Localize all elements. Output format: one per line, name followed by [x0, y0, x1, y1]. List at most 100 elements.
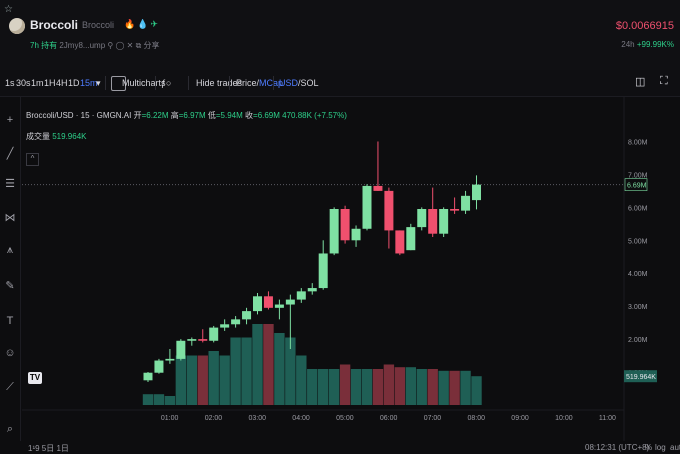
currency-toggle[interactable]: USD/SOL	[279, 78, 319, 88]
price-option[interactable]: Price	[236, 78, 257, 88]
candle-body	[242, 311, 252, 320]
drawing-toolbar: + ╱ ☰ ⋈ ⩚ ✎ T ☺ ⟋ ⌕	[0, 97, 21, 453]
tradingview-logo[interactable]: TV	[28, 372, 42, 384]
fib-icon[interactable]: ☰	[3, 177, 17, 190]
volume-bar	[328, 369, 340, 405]
candle-body	[274, 304, 284, 308]
y-tick-label: 3.00M	[628, 304, 648, 311]
zoom-icon[interactable]: ⌕	[3, 423, 17, 436]
y-tick-label: 5.00M	[628, 238, 648, 245]
x-tick-label: 10:00	[555, 415, 573, 422]
x-tick-label: 02:00	[205, 415, 223, 422]
volume-bar	[438, 370, 449, 405]
multicharts-button[interactable]: Multicharts	[122, 78, 166, 88]
volume-bar	[372, 369, 384, 405]
volume-bar	[394, 367, 406, 405]
auto-scale-button[interactable]: auto	[670, 443, 680, 452]
low-value: =5.94M	[215, 111, 243, 120]
price-change: 24h +99.99K%	[621, 40, 674, 49]
emoji-icon[interactable]: ☺	[3, 347, 17, 359]
volume-bar	[318, 369, 329, 405]
y-tick-label: 2.00M	[628, 337, 648, 344]
volume-tag: 519.964K	[626, 374, 656, 381]
volume-bar	[197, 355, 208, 405]
usd-option[interactable]: USD	[279, 78, 298, 88]
brush-icon[interactable]: ✎	[3, 279, 17, 292]
candle-body	[472, 184, 481, 201]
x-tick-label: 08:00	[468, 415, 486, 422]
last-price-tag: 6.69M	[627, 183, 647, 190]
candle-body	[165, 358, 175, 361]
open-label: 开	[133, 111, 142, 120]
candle-body	[329, 209, 339, 254]
interval-30s[interactable]: 30s	[16, 78, 31, 88]
fullscreen-icon[interactable]: ⛶	[660, 75, 668, 88]
toolbar-divider	[273, 76, 274, 90]
volume-bar	[208, 351, 219, 405]
volume-bar	[164, 396, 176, 405]
candle-body	[318, 253, 328, 289]
token-avatar	[9, 18, 25, 34]
crosshair-icon[interactable]: +	[3, 114, 17, 126]
volume-bar	[219, 355, 230, 405]
change-value: +99.99K%	[636, 40, 674, 49]
x-tick-label: 11:00	[599, 415, 616, 422]
x-tick-label: 06:00	[380, 415, 398, 422]
text-icon[interactable]: T	[3, 315, 17, 327]
x-tick-label: 09:00	[511, 415, 529, 422]
sol-option[interactable]: SOL	[301, 78, 319, 88]
price-chart[interactable]: 8.00M7.00M6.00M5.00M4.00M3.00M2.00M1.00M…	[22, 97, 680, 441]
volume-bar	[350, 369, 362, 405]
change-label: 24h	[621, 40, 635, 49]
trendline-icon[interactable]: ╱	[3, 147, 17, 160]
projection-icon[interactable]: ⩚	[3, 244, 17, 257]
interval-4h[interactable]: 4H	[56, 78, 68, 88]
x-tick-label: 05:00	[336, 415, 354, 422]
clock-text: 08:12:31 (UTC+8)	[585, 443, 650, 452]
toolbar-divider	[155, 76, 156, 90]
social-icons[interactable]: ⚲ ◯ ✕ ⧉ 分享	[107, 41, 159, 50]
indicators-icon[interactable]: ƒ○	[161, 78, 171, 88]
open-value: =6.22M	[141, 111, 169, 120]
interval-1d[interactable]: 1D	[68, 78, 80, 88]
volume-bar	[296, 355, 307, 405]
candle-body	[263, 296, 273, 308]
candle-body	[450, 209, 460, 211]
candle-body	[220, 324, 230, 328]
pattern-icon[interactable]: ⋈	[3, 211, 17, 224]
interval-1m[interactable]: 1m	[31, 78, 44, 88]
ohlc-legend: Broccoli/USD · 15 · GMGN.AI 开=6.22M 高=6.…	[26, 110, 347, 121]
candle-body	[187, 339, 197, 341]
favorite-star-icon[interactable]: ☆	[4, 4, 13, 15]
interval-1h[interactable]: 1H	[44, 78, 56, 88]
collapse-legend-icon[interactable]: ^	[26, 153, 39, 166]
candle-body	[439, 209, 449, 234]
toolbar-divider	[229, 76, 230, 90]
volume-bar	[460, 370, 471, 405]
candle-body	[143, 372, 153, 381]
volume-bar	[383, 364, 395, 405]
interval-15m[interactable]: 15m	[80, 78, 98, 88]
chart-footer	[0, 441, 680, 453]
volume-bar	[307, 369, 318, 405]
contract-address[interactable]: 2Jmy8...ump	[59, 41, 105, 50]
measure-icon[interactable]: ⟋	[3, 381, 17, 394]
interval-1s[interactable]: 1s	[5, 78, 15, 88]
volume-legend: 成交量 519.964K	[26, 131, 87, 142]
screenshot-icon[interactable]: ◫	[635, 75, 645, 88]
y-tick-label: 8.00M	[628, 139, 648, 146]
candle-body	[198, 339, 208, 341]
price-mcap-toggle[interactable]: Price/MCap	[236, 78, 283, 88]
volume-bar	[274, 333, 285, 405]
candle-body	[373, 185, 383, 191]
percent-scale-button[interactable]: %	[645, 443, 652, 452]
token-subname: Broccoli	[82, 20, 115, 30]
interval-dropdown-icon[interactable]: ▾	[96, 78, 101, 89]
holders-text: 7h 持有	[30, 41, 58, 50]
volume-bar	[449, 370, 460, 405]
volume-bar	[186, 355, 197, 405]
range-buttons[interactable]: 1¹9 5日 1日	[28, 443, 69, 454]
x-tick-label: 03:00	[249, 415, 267, 422]
log-scale-button[interactable]: log	[655, 443, 666, 452]
high-label: 高	[170, 111, 179, 120]
